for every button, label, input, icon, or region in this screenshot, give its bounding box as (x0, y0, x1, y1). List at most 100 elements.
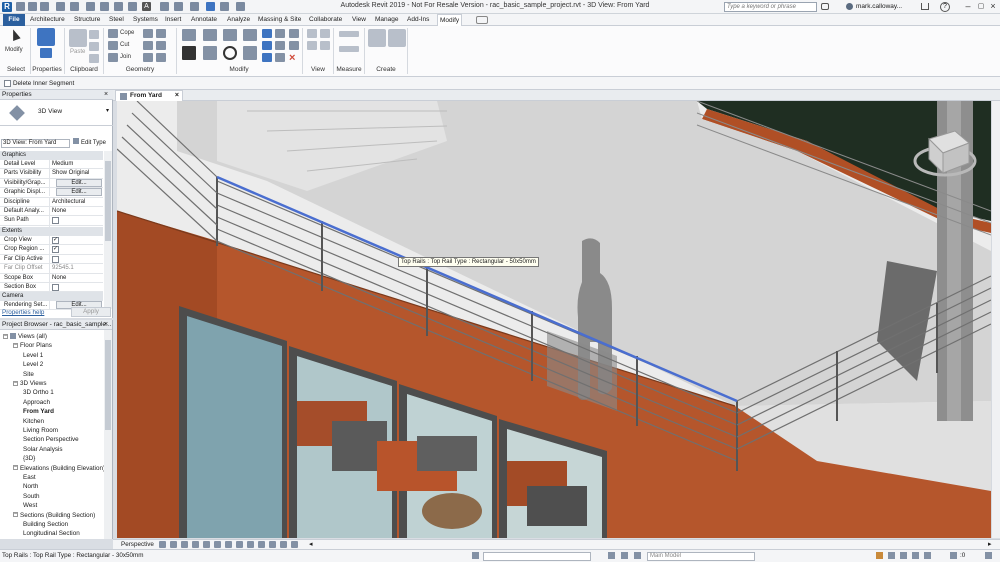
temp-hide-icon[interactable] (236, 541, 243, 548)
worksets-icon[interactable] (608, 552, 615, 559)
properties-close-icon[interactable]: × (104, 91, 108, 98)
undo-icon[interactable] (56, 2, 65, 11)
group-graphics[interactable]: Graphics (0, 151, 103, 160)
tree-item[interactable]: Level 1 (23, 351, 43, 360)
property-value[interactable]: ✓ (49, 236, 103, 245)
tree-item[interactable]: Approach (23, 398, 50, 407)
tab-file[interactable]: File (3, 14, 25, 26)
copy-icon[interactable] (203, 46, 217, 60)
filter-icon[interactable] (950, 552, 957, 559)
apply-button[interactable]: Apply (71, 307, 111, 317)
help-icon[interactable]: ? (940, 2, 950, 12)
join-icon[interactable] (108, 53, 118, 62)
analytical-model-icon[interactable] (280, 541, 287, 548)
tree-group[interactable]: – Elevations (Building Elevation) (13, 464, 105, 473)
search-input[interactable]: Type a keyword or phrase (724, 2, 817, 12)
view-tab-close-icon[interactable]: × (175, 91, 179, 101)
pin-icon[interactable] (275, 29, 285, 38)
property-value[interactable]: ✓ (49, 245, 103, 255)
open-icon[interactable] (16, 2, 25, 11)
show-crop-icon[interactable] (214, 541, 221, 548)
tree-group[interactable]: – Floor Plans (13, 341, 52, 350)
contextual-tab-toggle-icon[interactable] (476, 16, 488, 24)
property-row[interactable]: Detail Level Medium (0, 160, 103, 170)
tree-toggle-icon[interactable]: – (13, 465, 18, 471)
override-graphics-icon[interactable] (320, 29, 330, 38)
property-checkbox[interactable] (52, 217, 59, 225)
tree-item[interactable]: West (23, 501, 37, 510)
tree-item[interactable]: From Yard (23, 407, 54, 416)
cut-clipboard-icon[interactable] (89, 30, 99, 39)
cut-geometry-icon[interactable] (108, 41, 118, 50)
binoculars-icon[interactable] (821, 3, 829, 10)
tab-systems[interactable]: Systems (131, 14, 160, 26)
tree-item[interactable]: {3D} (23, 454, 35, 463)
property-value[interactable]: None (49, 273, 103, 283)
type-selector[interactable]: 3D View ▾ (0, 100, 113, 126)
scale-icon[interactable] (262, 53, 272, 62)
property-row[interactable]: Crop Region ... ✓ (0, 245, 103, 255)
delete-icon[interactable]: × (289, 53, 299, 64)
thin-lines-icon[interactable] (190, 2, 199, 11)
create-group-icon[interactable] (388, 29, 406, 47)
tree-item[interactable]: Longitudinal Section (23, 529, 80, 538)
property-row[interactable]: Crop View ✓ (0, 236, 103, 246)
tree-item[interactable]: East (23, 473, 36, 482)
property-row[interactable]: Far Clip Active (0, 254, 103, 267)
tree-item[interactable]: South (23, 492, 39, 501)
reveal-hidden-icon[interactable] (247, 541, 254, 548)
panel-create[interactable]: Create (365, 66, 407, 73)
group-camera[interactable]: Camera (0, 292, 103, 301)
minimize-button[interactable]: – (962, 1, 974, 12)
tree-item[interactable]: North (23, 482, 38, 491)
mirror-axis-icon[interactable] (223, 29, 237, 41)
offset-icon[interactable] (203, 29, 217, 41)
property-checkbox[interactable]: ✓ (52, 237, 59, 244)
measure-between-icon[interactable] (339, 31, 359, 37)
mirror-draw-icon[interactable] (243, 29, 257, 41)
text-icon[interactable]: A (142, 2, 151, 11)
wall-joins-icon[interactable] (143, 29, 153, 38)
edit-type-button[interactable]: Edit Type (73, 138, 111, 148)
filter-icon-2[interactable] (985, 552, 992, 559)
tree-item[interactable]: 3D Ortho 1 (23, 388, 54, 397)
tree-group[interactable]: –3D Views (13, 379, 46, 388)
delete-inner-segment-checkbox[interactable] (4, 80, 11, 87)
tree-toggle-icon[interactable]: – (3, 333, 8, 339)
select-underlay-icon[interactable] (888, 552, 895, 559)
panel-measure[interactable]: Measure (334, 66, 364, 73)
tree-group[interactable]: – Sections (Building Section) (13, 511, 95, 520)
panel-select[interactable]: Select (3, 66, 29, 73)
edit-button[interactable]: Edit... (56, 178, 102, 187)
render-icon[interactable] (192, 541, 199, 548)
cope-button[interactable]: Cope (120, 30, 134, 36)
save-icon[interactable] (28, 2, 37, 11)
tree-item[interactable]: Site (23, 370, 34, 379)
worksharing-display-icon[interactable] (258, 541, 265, 548)
select-pinned-icon[interactable] (900, 552, 907, 559)
select-by-face-icon[interactable] (912, 552, 919, 559)
viewport-scrollbar[interactable] (991, 101, 1000, 538)
property-value[interactable]: None (49, 207, 103, 216)
scroll-right-icon[interactable]: ▸ (988, 540, 992, 548)
properties-icon[interactable] (40, 48, 52, 58)
redo-icon[interactable] (70, 2, 79, 11)
tree-item[interactable]: Section Perspective (23, 435, 79, 444)
property-row[interactable]: Scope Box None (0, 273, 103, 283)
group-extents[interactable]: Extents (0, 227, 103, 236)
modify-button[interactable]: Modify (5, 47, 23, 53)
unpin-icon[interactable] (275, 41, 285, 50)
light-bulb-icon[interactable] (307, 29, 317, 38)
paint-icon[interactable] (143, 41, 153, 50)
tree-item[interactable]: Living Room (23, 426, 58, 435)
properties-help-link[interactable]: Properties help (2, 309, 44, 316)
revit-logo-icon[interactable]: R (2, 2, 12, 12)
property-row[interactable]: Discipline Architectural (0, 197, 103, 207)
status-context-icon[interactable] (472, 552, 479, 559)
panel-modify[interactable]: Modify (178, 66, 300, 73)
property-row[interactable]: Sun Path (0, 216, 103, 229)
print-icon[interactable] (86, 2, 95, 11)
property-value[interactable]: Show Original (49, 169, 103, 179)
scroll-left-icon[interactable]: ◂ (309, 540, 313, 548)
property-value[interactable]: Architectural (49, 197, 103, 207)
